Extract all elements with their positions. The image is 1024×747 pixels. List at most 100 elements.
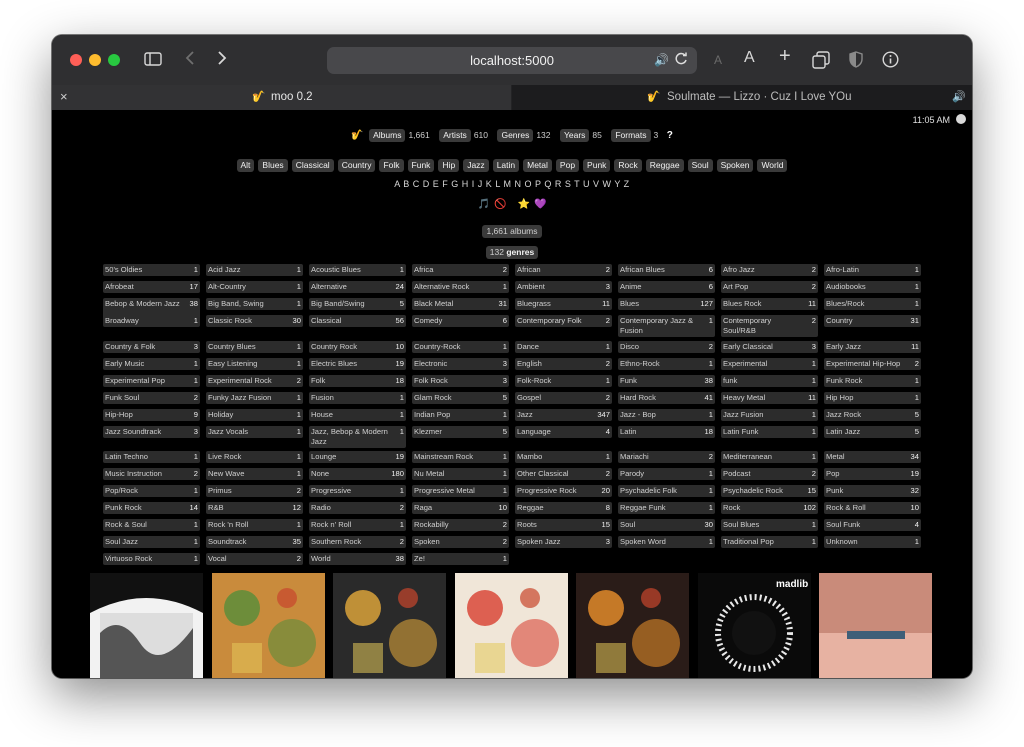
- shield-icon[interactable]: [849, 51, 863, 72]
- genre-item[interactable]: Holiday 1: [206, 409, 303, 421]
- album-count[interactable]: 1,661 albums: [482, 225, 542, 238]
- genre-item[interactable]: Gospel 2: [515, 392, 612, 404]
- genre-item[interactable]: 50's Oldies 1: [103, 264, 200, 276]
- genre-item[interactable]: Black Metal 31: [412, 298, 509, 310]
- genre-item[interactable]: Southern Rock 2: [309, 536, 406, 548]
- genre-item[interactable]: Ambient 3: [515, 281, 612, 293]
- no-entry-icon[interactable]: 🚫: [494, 199, 506, 210]
- genre-item[interactable]: English 2: [515, 358, 612, 370]
- genre-item[interactable]: Country & Folk 3: [103, 341, 200, 353]
- genre-item[interactable]: Raga 10: [412, 502, 509, 514]
- info-icon[interactable]: [882, 51, 899, 72]
- genre-item[interactable]: Lounge 19: [309, 451, 406, 463]
- genre-item[interactable]: Acoustic Blues 1: [309, 264, 406, 276]
- genre-item[interactable]: Soul Blues 1: [721, 519, 818, 531]
- genre-item[interactable]: Jazz Soundtrack 3: [103, 426, 200, 438]
- genre-item[interactable]: Country 31: [824, 315, 921, 327]
- nav-artists[interactable]: Artists: [439, 129, 471, 142]
- genre-item[interactable]: Parody 1: [618, 468, 715, 480]
- reload-icon[interactable]: [675, 52, 688, 71]
- zoom-window-button[interactable]: [108, 54, 120, 66]
- genre-item[interactable]: Broadway 1: [103, 315, 200, 327]
- genre-item[interactable]: Reggae 8: [515, 502, 612, 514]
- quick-genre-pill[interactable]: Punk: [583, 159, 611, 172]
- quick-genre-pill[interactable]: Soul: [687, 159, 713, 172]
- quick-genre-pill[interactable]: Classical: [291, 159, 334, 172]
- album-cover[interactable]: [454, 573, 568, 678]
- genre-item[interactable]: Blues 127: [618, 298, 715, 310]
- genre-item[interactable]: Hip-Hop 9: [103, 409, 200, 421]
- genre-item[interactable]: Podcast 2: [721, 468, 818, 480]
- genre-item[interactable]: Blues/Rock 1: [824, 298, 921, 310]
- genre-item[interactable]: Progressive Rock 20: [515, 485, 612, 497]
- sidebar-icon[interactable]: [144, 52, 162, 70]
- genre-item[interactable]: Acid Jazz 1: [206, 264, 303, 276]
- genre-item[interactable]: House 1: [309, 409, 406, 421]
- tab-soulmate[interactable]: 🎷 Soulmate — Lizzo · Cuz I Love YOu 🔊: [512, 85, 972, 110]
- close-tab-icon[interactable]: ×: [60, 89, 68, 104]
- genre-item[interactable]: Mainstream Rock 1: [412, 451, 509, 463]
- genre-item[interactable]: Rockabilly 2: [412, 519, 509, 531]
- genre-item[interactable]: Africa 2: [412, 264, 509, 276]
- genre-item[interactable]: Traditional Pop 1: [721, 536, 818, 548]
- genre-item[interactable]: Spoken Jazz 3: [515, 536, 612, 548]
- genre-item[interactable]: None 180: [309, 468, 406, 480]
- genre-item[interactable]: Funk Soul 2: [103, 392, 200, 404]
- genre-item[interactable]: Metal 34: [824, 451, 921, 463]
- genre-item[interactable]: Language 4: [515, 426, 612, 438]
- nav-years[interactable]: Years: [559, 129, 590, 142]
- genre-item[interactable]: Soul 30: [618, 519, 715, 531]
- genre-count[interactable]: 132 genres: [485, 246, 539, 259]
- quick-genre-pill[interactable]: Rock: [614, 159, 642, 172]
- genre-item[interactable]: Indian Pop 1: [412, 409, 509, 421]
- genre-item[interactable]: Soul Funk 4: [824, 519, 921, 531]
- globe-icon[interactable]: [956, 114, 966, 124]
- genre-item[interactable]: Progressive 1: [309, 485, 406, 497]
- quick-genre-pill[interactable]: Alt: [236, 159, 255, 172]
- genre-item[interactable]: Progressive Metal 1: [412, 485, 509, 497]
- genre-item[interactable]: Hip Hop 1: [824, 392, 921, 404]
- genre-item[interactable]: Jazz Vocals 1: [206, 426, 303, 438]
- genre-item[interactable]: Roots 15: [515, 519, 612, 531]
- genre-item[interactable]: Pop/Rock 1: [103, 485, 200, 497]
- genre-item[interactable]: Klezmer 5: [412, 426, 509, 438]
- genre-item[interactable]: Country Rock 10: [309, 341, 406, 353]
- genre-item[interactable]: Folk 18: [309, 375, 406, 387]
- genre-item[interactable]: Radio 2: [309, 502, 406, 514]
- quick-genre-pill[interactable]: Jazz: [463, 159, 489, 172]
- genre-item[interactable]: Electric Blues 19: [309, 358, 406, 370]
- genre-item[interactable]: Jazz 347: [515, 409, 612, 421]
- genre-item[interactable]: Easy Listening 1: [206, 358, 303, 370]
- quick-genre-pill[interactable]: Blues: [258, 159, 288, 172]
- genre-item[interactable]: Alt-Country 1: [206, 281, 303, 293]
- minimize-window-button[interactable]: [89, 54, 101, 66]
- genre-item[interactable]: Pop 19: [824, 468, 921, 480]
- genre-item[interactable]: Punk 32: [824, 485, 921, 497]
- genre-item[interactable]: Experimental Hip-Hop 2: [824, 358, 921, 370]
- genre-item[interactable]: Art Pop 2: [721, 281, 818, 293]
- genre-item[interactable]: Audiobooks 1: [824, 281, 921, 293]
- genre-item[interactable]: Afro-Latin 1: [824, 264, 921, 276]
- genre-item[interactable]: New Wave 1: [206, 468, 303, 480]
- help-link[interactable]: ?: [667, 130, 673, 141]
- genre-item[interactable]: Afrobeat 17: [103, 281, 200, 293]
- music-note-icon[interactable]: 🎵: [478, 199, 490, 210]
- purple-heart-icon[interactable]: 💜: [534, 199, 546, 210]
- close-window-button[interactable]: [70, 54, 82, 66]
- genre-item[interactable]: Latin Jazz 5: [824, 426, 921, 438]
- genre-item[interactable]: Experimental 1: [721, 358, 818, 370]
- new-tab-icon[interactable]: +: [779, 46, 791, 66]
- genre-item[interactable]: Dance 1: [515, 341, 612, 353]
- genre-item[interactable]: Rock 102: [721, 502, 818, 514]
- genre-item[interactable]: Comedy 6: [412, 315, 509, 327]
- genre-item[interactable]: Jazz Fusion 1: [721, 409, 818, 421]
- genre-item[interactable]: R&B 12: [206, 502, 303, 514]
- audio-playing-icon[interactable]: 🔊: [654, 53, 669, 67]
- genre-item[interactable]: Punk Rock 14: [103, 502, 200, 514]
- address-bar[interactable]: localhost:5000 🔊: [327, 47, 697, 74]
- quick-genre-pill[interactable]: Latin: [492, 159, 520, 172]
- genre-item[interactable]: Nu Metal 1: [412, 468, 509, 480]
- genre-item[interactable]: Experimental Rock 2: [206, 375, 303, 387]
- genre-item[interactable]: Primus 2: [206, 485, 303, 497]
- back-icon[interactable]: [185, 50, 195, 70]
